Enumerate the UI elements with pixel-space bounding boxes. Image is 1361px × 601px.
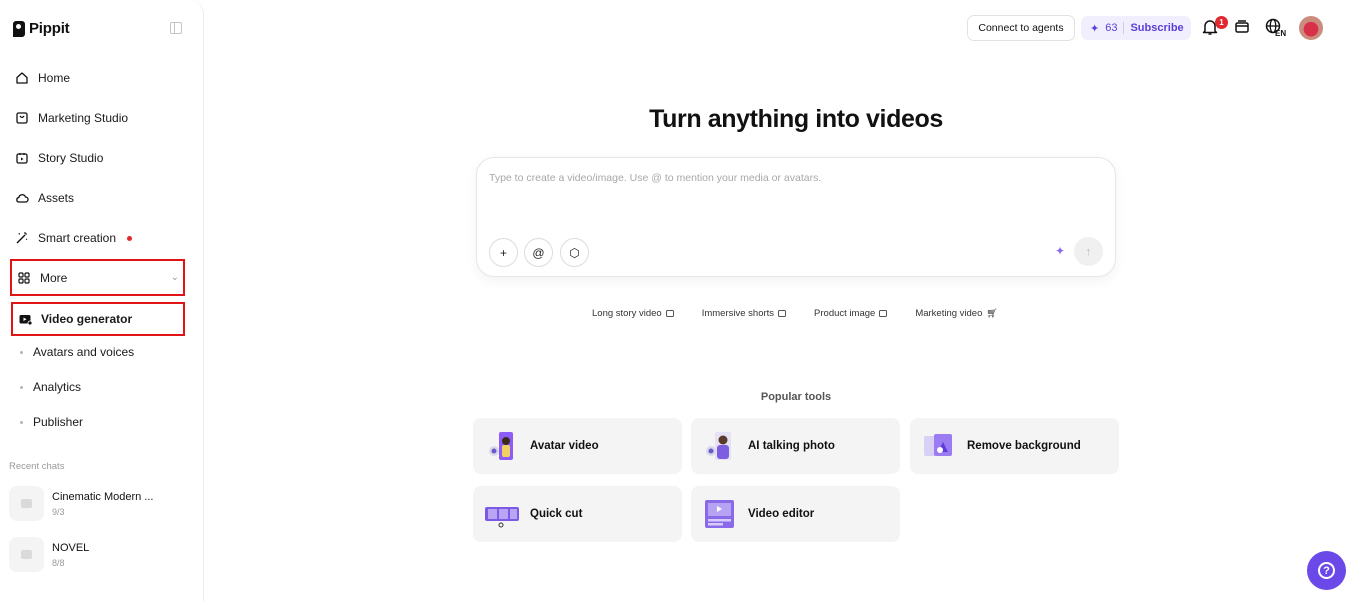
sidebar-item-label: Home	[38, 71, 71, 85]
user-avatar[interactable]	[1299, 16, 1323, 40]
notification-badge: 1	[1215, 16, 1228, 29]
bullet-dot	[20, 350, 23, 354]
model-select-button[interactable]: ⬡	[560, 238, 589, 267]
chip-label: Product image	[814, 308, 876, 319]
image-icon	[879, 310, 888, 317]
pippit-logo-icon	[13, 20, 25, 37]
subscribe-link[interactable]: Subscribe	[1130, 22, 1183, 34]
video-editor-thumbnail	[701, 498, 738, 530]
page: Pippit Home Marketing Studio Story Studi…	[0, 0, 1361, 601]
tool-avatar-video[interactable]: Avatar video	[473, 418, 682, 474]
chevron-down-icon: ⌄	[170, 272, 179, 283]
popular-tools-heading: Popular tools	[760, 391, 832, 403]
sidebar-item-assets[interactable]: Assets	[10, 181, 185, 215]
chat-icon	[21, 550, 32, 559]
story-icon	[15, 151, 29, 165]
chip-product-image[interactable]: Product image	[814, 308, 888, 319]
connect-to-agents-button[interactable]: Connect to agents	[967, 15, 1075, 41]
page-title: Turn anything into videos	[649, 105, 943, 133]
sidebar-item-avatars-and-voices[interactable]: Avatars and voices	[20, 345, 134, 359]
sidebar-collapse-icon[interactable]	[170, 22, 182, 34]
help-button[interactable]: ?	[1307, 551, 1346, 590]
sidebar-item-label: Story Studio	[38, 151, 104, 165]
recent-chat-item[interactable]: NOVEL 8/8	[9, 537, 89, 572]
magic-wand-icon	[15, 231, 29, 245]
sidebar-item-label: Publisher	[33, 415, 84, 429]
prompt-input[interactable]	[489, 172, 1089, 184]
divider	[1123, 22, 1125, 34]
sparkle-icon[interactable]: ✦	[1055, 244, 1065, 258]
new-indicator-dot	[127, 235, 133, 241]
tool-quick-cut[interactable]: Quick cut	[473, 486, 682, 542]
chat-title: NOVEL	[52, 541, 90, 554]
cloud-icon	[15, 191, 29, 205]
chip-immersive-shorts[interactable]: Immersive shorts	[701, 308, 787, 319]
bullet-dot	[20, 420, 23, 424]
chip-label: Immersive shorts	[701, 308, 775, 319]
tool-ai-talking-photo[interactable]: AI talking photo	[691, 418, 900, 474]
chip-long-story-video[interactable]: Long story video	[592, 308, 674, 319]
sidebar-item-home[interactable]: Home	[10, 61, 185, 95]
talking-photo-thumbnail	[701, 430, 738, 462]
home-icon	[15, 71, 29, 85]
remove-background-thumbnail	[920, 430, 957, 462]
credits-subscribe-pill[interactable]: ✦ 63 Subscribe	[1081, 16, 1191, 40]
prompt-box: + @ ⬡ ✦ ↑	[476, 157, 1116, 277]
recent-chats-heading: Recent chats	[9, 461, 65, 472]
sidebar-item-publisher[interactable]: Publisher	[20, 415, 83, 429]
sidebar-item-smart-creation[interactable]: Smart creation	[10, 221, 185, 255]
video-icon	[778, 310, 787, 317]
chat-thumbnail	[9, 537, 44, 572]
chat-thumbnail	[9, 486, 44, 521]
suggestion-chips: Long story video Immersive shorts Produc…	[592, 308, 998, 319]
language-code[interactable]: EN	[1275, 29, 1286, 38]
tool-label: Quick cut	[530, 508, 583, 520]
chip-label: Marketing video	[915, 308, 983, 319]
tool-label: Video editor	[748, 508, 815, 520]
tool-video-editor[interactable]: Video editor	[691, 486, 900, 542]
brand-logo[interactable]: Pippit	[13, 20, 70, 37]
tool-label: Remove background	[967, 440, 1081, 452]
chat-icon	[21, 499, 32, 508]
sidebar-item-label: Assets	[38, 191, 75, 205]
chat-date: 8/8	[52, 557, 65, 568]
chip-label: Long story video	[592, 308, 662, 319]
arrow-up-icon: ↑	[1085, 244, 1092, 259]
cart-icon: 🛒︎	[986, 308, 998, 318]
sidebar-item-label: Video generator	[41, 312, 133, 326]
avatar-video-thumbnail	[483, 430, 520, 462]
tool-label: Avatar video	[530, 440, 599, 452]
brand-name: Pippit	[29, 20, 70, 37]
sidebar: Pippit Home Marketing Studio Story Studi…	[0, 0, 204, 601]
sparkle-icon: ✦	[1090, 22, 1100, 35]
plus-icon: +	[499, 245, 507, 260]
mention-button[interactable]: @	[524, 238, 553, 267]
question-icon: ?	[1318, 562, 1335, 579]
credits-count: 63	[1105, 22, 1118, 34]
grid-icon	[17, 271, 31, 285]
sidebar-item-story-studio[interactable]: Story Studio	[10, 141, 185, 175]
video-icon	[665, 310, 674, 317]
video-generator-icon	[18, 312, 32, 326]
tool-remove-background[interactable]: Remove background	[910, 418, 1119, 474]
chip-marketing-video[interactable]: Marketing video 🛒︎	[915, 308, 998, 319]
sidebar-item-more[interactable]: More ⌄	[10, 259, 185, 296]
chat-date: 9/3	[52, 506, 65, 517]
bullet-dot	[20, 385, 23, 389]
wallet-icon[interactable]	[1232, 17, 1252, 37]
at-icon: @	[532, 245, 545, 260]
sidebar-item-label: More	[40, 270, 68, 285]
quick-cut-thumbnail	[483, 498, 520, 530]
sidebar-item-label: Avatars and voices	[33, 345, 135, 359]
recent-chat-item[interactable]: Cinematic Modern ... 9/3	[9, 486, 153, 521]
tool-label: AI talking photo	[748, 440, 835, 452]
cube-icon: ⬡	[569, 245, 580, 260]
add-media-button[interactable]: +	[489, 238, 518, 267]
send-button[interactable]: ↑	[1074, 237, 1103, 266]
chat-title: Cinematic Modern ...	[52, 490, 154, 503]
sidebar-item-video-generator[interactable]: Video generator	[11, 302, 185, 336]
sidebar-item-label: Smart creation	[38, 231, 117, 245]
